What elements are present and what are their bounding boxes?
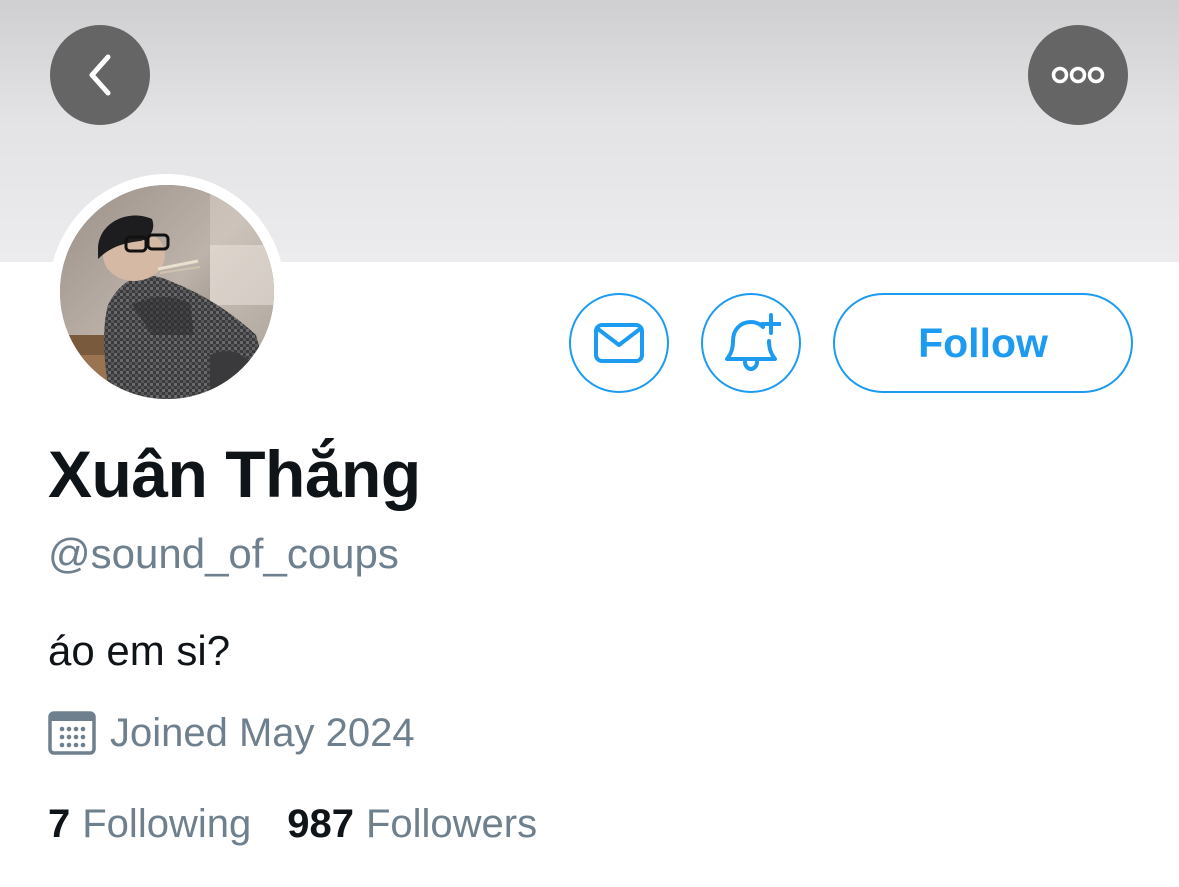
back-button[interactable] (50, 25, 150, 125)
profile-page: Follow Xuân Thắng @sound_of_coups áo em … (0, 0, 1179, 887)
display-name: Xuân Thắng (48, 437, 421, 511)
join-date: Joined May 2024 (48, 706, 415, 760)
following-link[interactable]: 7 Following (48, 802, 251, 847)
notifications-button[interactable] (701, 293, 801, 393)
following-count: 7 (48, 802, 71, 846)
followers-link[interactable]: 987 Followers (287, 802, 537, 847)
followers-label: Followers (365, 802, 538, 846)
message-button[interactable] (569, 293, 669, 393)
bell-plus-icon (725, 313, 781, 372)
follow-button[interactable]: Follow (833, 293, 1133, 393)
calendar-icon (48, 709, 96, 757)
follow-stats: 7 Following 987 Followers (48, 802, 537, 847)
avatar-photo (60, 185, 274, 399)
followers-count: 987 (287, 802, 354, 846)
follow-button-label: Follow (918, 319, 1048, 366)
more-options-button[interactable] (1028, 25, 1128, 125)
more-horizontal-icon (1051, 66, 1105, 84)
following-label: Following (82, 802, 252, 846)
envelope-icon (594, 323, 644, 363)
user-handle: @sound_of_coups (48, 530, 399, 577)
avatar[interactable] (60, 185, 274, 399)
profile-bio: áo em si? (48, 627, 231, 674)
chevron-left-icon (89, 54, 111, 96)
join-date-text: Joined May 2024 (110, 710, 415, 755)
